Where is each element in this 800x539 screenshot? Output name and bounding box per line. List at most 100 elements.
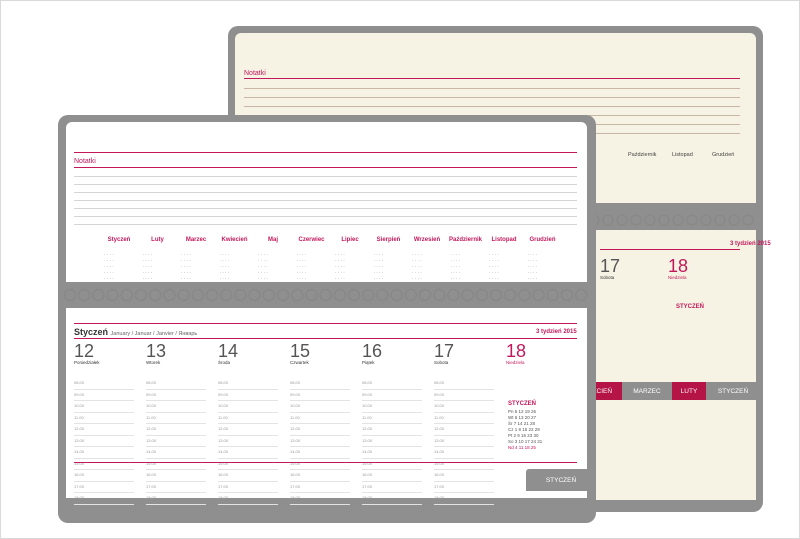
- hour-slot[interactable]: 12.00: [146, 424, 206, 436]
- hour-slot[interactable]: 13.00: [290, 436, 350, 447]
- hour-slot[interactable]: 18.00: [290, 493, 350, 505]
- hour-slot[interactable]: 11.00: [290, 413, 350, 424]
- hour-slot[interactable]: 16.00: [218, 470, 278, 482]
- hour-slot[interactable]: 13.00: [434, 436, 494, 447]
- hour-slot[interactable]: 18.00: [218, 493, 278, 505]
- hour-slot[interactable]: 12.00: [434, 424, 494, 436]
- binding-ring: [106, 288, 119, 302]
- back-binding-rings: [574, 214, 754, 226]
- binding-ring: [362, 288, 375, 302]
- day-number: 13: [146, 341, 167, 361]
- hour-slot[interactable]: 16.00: [434, 470, 494, 482]
- binding-ring: [376, 288, 389, 302]
- hour-slot[interactable]: 15.00: [290, 459, 350, 470]
- hour-slot[interactable]: 10.00: [146, 401, 206, 413]
- hour-slot[interactable]: 08.00: [290, 378, 350, 390]
- day-name: Piątek: [362, 360, 375, 365]
- hour-slot[interactable]: 14.00: [434, 447, 494, 459]
- month-mini-grid: · · · · · · · · · · · · · · · · · · · ·: [296, 252, 307, 281]
- hour-slot[interactable]: 15.00: [362, 459, 422, 470]
- tab-luty[interactable]: LUTY: [672, 382, 706, 400]
- hour-slot[interactable]: 12.00: [74, 424, 134, 436]
- hour-slot[interactable]: 11.00: [362, 413, 422, 424]
- tab-styczen-back[interactable]: STYCZEŃ: [706, 382, 760, 400]
- hour-slot[interactable]: 08.00: [434, 378, 494, 390]
- hour-slot[interactable]: 10.00: [362, 401, 422, 413]
- hour-slot[interactable]: 17.00: [146, 482, 206, 493]
- hour-slot[interactable]: 09.00: [218, 390, 278, 401]
- hour-slot[interactable]: 11.00: [146, 413, 206, 424]
- hour-slot[interactable]: 11.00: [434, 413, 494, 424]
- hour-slot[interactable]: 18.00: [74, 493, 134, 505]
- tab-styczen-front[interactable]: STYCZEŃ: [526, 469, 596, 491]
- hour-slot[interactable]: 14.00: [290, 447, 350, 459]
- back-week-rule: [600, 249, 740, 250]
- day-number: 15: [290, 341, 311, 361]
- hour-slot[interactable]: 14.00: [146, 447, 206, 459]
- hour-slot[interactable]: 18.00: [362, 493, 422, 505]
- binding-ring: [546, 288, 559, 302]
- hour-slot[interactable]: 14.00: [74, 447, 134, 459]
- hour-slot[interactable]: 12.00: [362, 424, 422, 436]
- binding-ring: [163, 288, 176, 302]
- tab-marzec[interactable]: MARZEC: [622, 382, 672, 400]
- day-column: 16 Piątek: [362, 342, 426, 365]
- hour-slot[interactable]: 15.00: [74, 459, 134, 470]
- day-name: Środa: [218, 360, 231, 365]
- back-month-grudzien: Grudzień: [712, 152, 735, 158]
- front-note-line: [74, 176, 577, 177]
- hour-slot[interactable]: 17.00: [362, 482, 422, 493]
- hour-slot[interactable]: 16.00: [146, 470, 206, 482]
- hour-slot[interactable]: 12.00: [290, 424, 350, 436]
- hour-slot[interactable]: 13.00: [362, 436, 422, 447]
- hour-slot[interactable]: 16.00: [362, 470, 422, 482]
- hour-slot[interactable]: 13.00: [218, 436, 278, 447]
- hour-slot[interactable]: 08.00: [74, 378, 134, 390]
- hour-slot[interactable]: 09.00: [362, 390, 422, 401]
- hour-slot[interactable]: 10.00: [218, 401, 278, 413]
- hour-slot[interactable]: 09.00: [434, 390, 494, 401]
- front-note-line: [74, 200, 577, 201]
- hour-slot[interactable]: 12.00: [218, 424, 278, 436]
- hour-slot[interactable]: 14.00: [218, 447, 278, 459]
- day-hours: 08.00 09.00 10.00 11.00 12.00 13.00 14.00 15.00…: [146, 378, 206, 505]
- hour-slot[interactable]: 13.00: [146, 436, 206, 447]
- hour-slot[interactable]: 08.00: [146, 378, 206, 390]
- hour-slot[interactable]: 11.00: [218, 413, 278, 424]
- hour-slot[interactable]: 10.00: [434, 401, 494, 413]
- hour-slot[interactable]: 18.00: [146, 493, 206, 505]
- hour-slot[interactable]: 08.00: [218, 378, 278, 390]
- hour-slot[interactable]: 08.00: [362, 378, 422, 390]
- hour-slot[interactable]: 11.00: [74, 413, 134, 424]
- hour-slot[interactable]: 09.00: [290, 390, 350, 401]
- month-name: Marzec: [185, 237, 207, 243]
- hour-slot[interactable]: 16.00: [74, 470, 134, 482]
- hour-slot[interactable]: 14.00: [362, 447, 422, 459]
- hour-slot[interactable]: 15.00: [434, 459, 494, 470]
- hour-slot[interactable]: 17.00: [434, 482, 494, 493]
- hour-slot[interactable]: 10.00: [290, 401, 350, 413]
- binding-ring: [560, 288, 574, 302]
- month-mini-grid: · · · · · · · · · · · · · · · · · · · ·: [489, 252, 499, 281]
- binding-ring: [120, 288, 134, 302]
- binding-ring: [319, 288, 332, 302]
- hour-slot[interactable]: 17.00: [290, 482, 350, 493]
- week-header: Styczeń January / Januar / Janvier / Янв…: [74, 327, 197, 337]
- hour-slot[interactable]: 09.00: [74, 390, 134, 401]
- week-year-label: 3 tydzień 2015: [536, 329, 577, 335]
- binding-ring: [191, 288, 205, 302]
- day-hours: 08.00 09.00 10.00 11.00 12.00 13.00 14.00 15.00…: [362, 378, 422, 505]
- month-mini-grid: · · · · · · · · · · · · · · · · · · · ·: [373, 252, 384, 281]
- hour-slot[interactable]: 18.00: [434, 493, 494, 505]
- hour-slot[interactable]: 17.00: [74, 482, 134, 493]
- hour-slot[interactable]: 09.00: [146, 390, 206, 401]
- hour-slot[interactable]: 16.00: [290, 470, 350, 482]
- hour-slot[interactable]: 10.00: [74, 401, 134, 413]
- hour-slot[interactable]: 15.00: [218, 459, 278, 470]
- binding-ring: [461, 288, 474, 302]
- hour-slot[interactable]: 13.00: [74, 436, 134, 447]
- hour-slot[interactable]: 15.00: [146, 459, 206, 470]
- day-name: Niedziela: [506, 360, 525, 365]
- binding-ring: [78, 288, 91, 302]
- hour-slot[interactable]: 17.00: [218, 482, 278, 493]
